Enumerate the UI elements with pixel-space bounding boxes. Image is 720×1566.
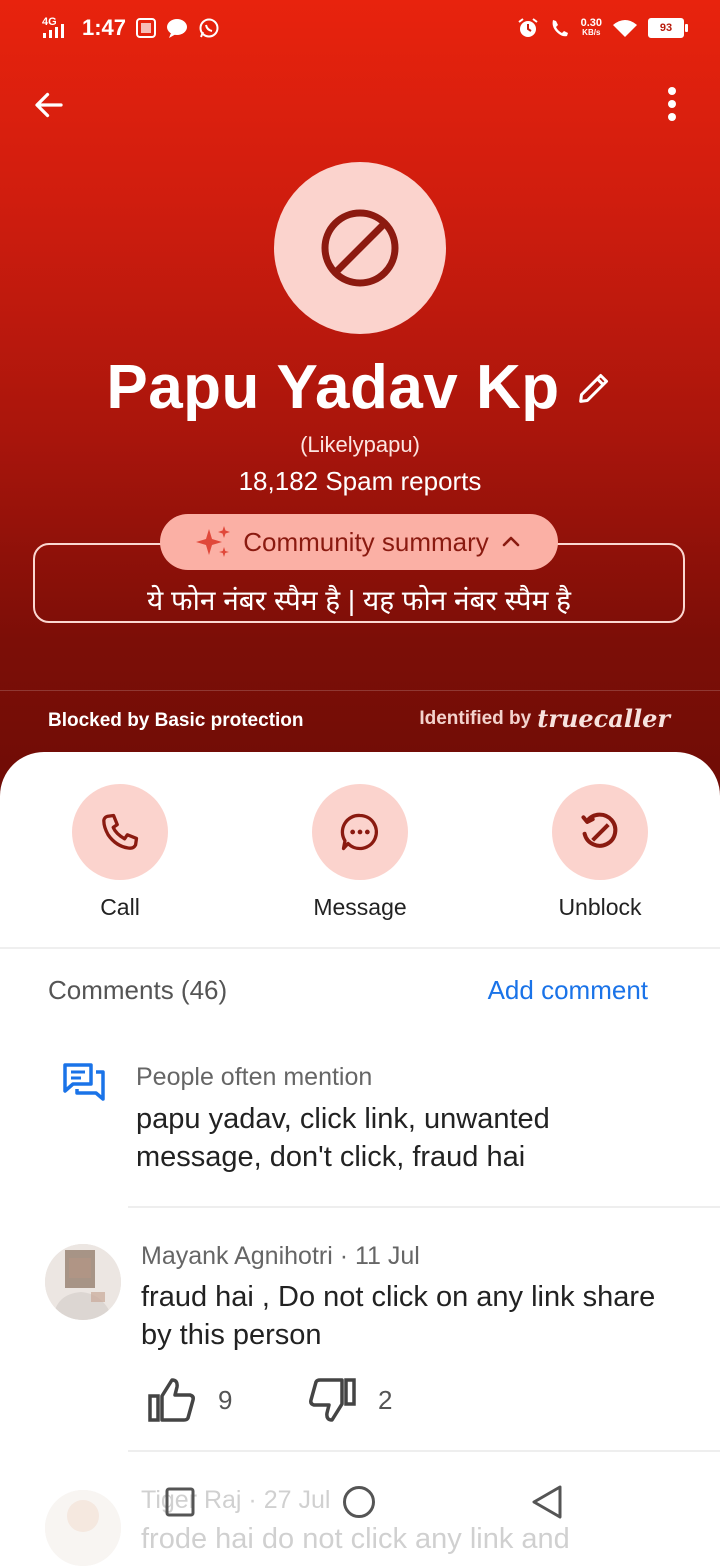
signal-icon: 4G (40, 16, 72, 40)
comment-divider (128, 1206, 720, 1208)
chat-bubbles-icon (62, 1062, 106, 1109)
clock: 1:47 (82, 15, 127, 40)
contact-avatar (274, 162, 446, 334)
identified-by-label: Identified by (419, 707, 532, 729)
community-summary-label: Community summary (243, 526, 489, 557)
mentions-label: People often mention (136, 1063, 373, 1091)
contact-name: Papu Yadav Kp (106, 353, 560, 422)
alarm-icon (517, 18, 538, 37)
wifi-icon (613, 20, 637, 37)
call-label: Call (100, 894, 140, 920)
more-options-button[interactable] (652, 82, 692, 126)
message-icon (340, 813, 379, 851)
chevron-up-icon (502, 536, 520, 547)
home-icon[interactable] (342, 1485, 376, 1519)
community-summary-toggle[interactable]: Community summary (160, 514, 558, 570)
alternate-name: (Likelypapu) (300, 432, 420, 457)
section-divider (0, 947, 720, 949)
like-count: 9 (218, 1384, 233, 1415)
message-button-circle[interactable] (312, 784, 408, 880)
unblock-label: Unblock (558, 894, 642, 920)
like-button[interactable]: 9 (148, 1378, 232, 1422)
contact-name-row: Papu Yadav Kp (0, 352, 720, 423)
truecaller-logo: truecaller (537, 704, 670, 733)
unblock-button-circle[interactable] (552, 784, 648, 880)
thumbs-up-icon (148, 1378, 195, 1422)
comments-title: Comments (46) (48, 975, 228, 1005)
identified-by: Identified by truecaller (419, 704, 670, 733)
comment-author-meta: Mayank Agnihotri · 11 Jul (141, 1242, 420, 1270)
battery-level: 93 (659, 22, 673, 34)
system-navigation-bar (0, 1472, 720, 1544)
wifi-call-icon (552, 20, 568, 37)
unblock-icon (581, 812, 618, 848)
add-comment-link[interactable]: Add comment (488, 975, 648, 1006)
mentions-text: papu yadav, click link, unwanted message… (136, 1103, 550, 1173)
call-button-circle[interactable] (72, 784, 168, 880)
community-summary-text: ये फोन नंबर स्पैम है | यह फोन नंबर स्पैम… (147, 585, 571, 616)
arrow-left-icon (35, 92, 63, 118)
hero-divider (0, 690, 720, 691)
commenter-avatar (45, 1244, 121, 1320)
dislike-button[interactable]: 2 (308, 1378, 392, 1422)
more-vertical-icon (668, 87, 676, 121)
recent-apps-icon[interactable] (165, 1487, 195, 1517)
chat-bubble-icon (167, 19, 188, 38)
spam-reports-count: 18,182 Spam reports (238, 466, 482, 496)
back-button[interactable] (28, 84, 70, 126)
dislike-count: 2 (378, 1384, 393, 1415)
back-nav-icon[interactable] (530, 1484, 564, 1520)
comment-text: fraud hai , Do not click on any link sha… (141, 1281, 656, 1351)
network-speed: 0.30 KB/s (581, 18, 602, 38)
sparkle-icon (196, 526, 231, 557)
blocked-icon (321, 209, 399, 287)
blocked-by-text: Blocked by Basic protection (48, 710, 304, 731)
call-button[interactable]: Call (20, 784, 220, 921)
speed-unit: KB/s (582, 28, 601, 37)
comment-divider (128, 1450, 720, 1452)
message-label: Message (313, 894, 407, 920)
battery-icon: 93 (648, 18, 688, 38)
unblock-button[interactable]: Unblock (500, 784, 700, 921)
message-button[interactable]: Message (260, 784, 460, 921)
thumbs-down-icon (309, 1378, 356, 1422)
notification-app-icon (136, 18, 157, 38)
speed-value: 0.30 (580, 17, 602, 29)
whatsapp-icon (199, 18, 219, 38)
status-bar: 4G 1:47 0.30 KB/s 93 (0, 0, 720, 56)
edit-icon[interactable] (574, 368, 614, 408)
phone-icon (102, 813, 139, 850)
